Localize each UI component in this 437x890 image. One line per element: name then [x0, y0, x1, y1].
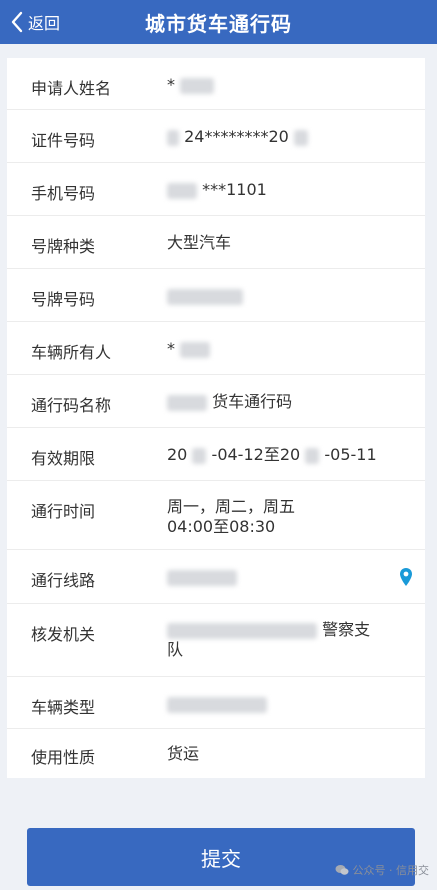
redacted-text [167, 569, 237, 586]
issuing-authority-value: 警察支 [322, 620, 371, 639]
redacted-text [167, 129, 179, 146]
row-value [167, 694, 392, 714]
row-label: 号牌号码 [31, 290, 96, 309]
row-id-number: 证件号码 24********20 [7, 110, 425, 163]
row-label: 证件号码 [31, 131, 96, 150]
chevron-left-icon [11, 11, 23, 33]
row-value: * [167, 75, 392, 95]
pass-info-card: 申请人姓名 * 证件号码 24********20 手机号码 ***1101 号… [7, 58, 425, 778]
row-value [167, 286, 392, 306]
row-label: 有效期限 [31, 449, 96, 468]
redacted-text [167, 394, 207, 411]
row-label: 通行线路 [31, 571, 96, 590]
location-pin-icon[interactable] [399, 567, 413, 587]
row-phone: 手机号码 ***1101 [7, 163, 425, 216]
row-value: 20 -04-12至20 -05-11 [167, 445, 392, 465]
row-label: 手机号码 [31, 184, 96, 203]
row-label: 通行时间 [31, 502, 96, 521]
watermark: 公众号 · 信用交 [335, 862, 430, 878]
row-issuing-authority: 核发机关 警察支 队 [7, 604, 425, 677]
phone-value: ***1101 [202, 180, 267, 199]
applicant-name-value: * [167, 75, 175, 94]
row-plate-type: 号牌种类 大型汽车 [7, 216, 425, 269]
row-pass-time: 通行时间 周一，周二，周五 04:00至08:30 [7, 481, 425, 550]
page-title: 城市货车通行码 [145, 11, 292, 36]
validity-middle: -04-12至20 [211, 445, 301, 464]
wechat-icon [335, 865, 348, 875]
validity-start-year: 20 [167, 445, 188, 464]
row-value: 警察支 队 [167, 620, 392, 660]
row-value: 周一，周二，周五 04:00至08:30 [167, 497, 392, 537]
back-button[interactable]: 返回 [10, 0, 60, 44]
row-validity-period: 有效期限 20 -04-12至20 -05-11 [7, 428, 425, 481]
redacted-text [293, 129, 308, 146]
row-label: 申请人姓名 [31, 79, 112, 98]
plate-type-value: 大型汽车 [167, 233, 232, 252]
row-label: 核发机关 [31, 625, 96, 644]
row-label: 通行码名称 [31, 396, 112, 415]
row-label: 车辆类型 [31, 698, 96, 717]
row-label: 使用性质 [31, 748, 96, 767]
usage-type-value: 货运 [167, 744, 200, 763]
vehicle-owner-value: * [167, 339, 175, 358]
redacted-text [167, 288, 243, 305]
row-pass-name: 通行码名称 货车通行码 [7, 375, 425, 428]
issuing-authority-line2: 队 [167, 640, 184, 659]
redacted-text [167, 182, 197, 199]
nav-bar: 返回 城市货车通行码 [0, 0, 437, 44]
row-label: 车辆所有人 [31, 343, 112, 362]
redacted-text [167, 696, 267, 713]
back-label: 返回 [28, 14, 61, 33]
row-route[interactable]: 通行线路 [7, 550, 425, 604]
row-value: ***1101 [167, 180, 392, 200]
id-number-value: 24********20 [184, 127, 289, 146]
row-value: * [167, 339, 392, 359]
redacted-text [305, 447, 320, 464]
row-value [167, 567, 392, 587]
row-value: 货车通行码 [167, 392, 392, 412]
redacted-text [167, 622, 317, 639]
redacted-text [180, 341, 211, 358]
row-label: 号牌种类 [31, 237, 96, 256]
pass-hours: 04:00至08:30 [167, 517, 276, 536]
row-vehicle-owner: 车辆所有人 * [7, 322, 425, 375]
watermark-text: 公众号 · 信用交 [352, 864, 430, 877]
pass-days: 周一，周二，周五 [167, 497, 296, 516]
row-vehicle-type: 车辆类型 [7, 677, 425, 729]
redacted-text [180, 77, 215, 94]
row-value: 24********20 [167, 127, 392, 147]
row-usage-type: 使用性质 货运 [7, 729, 425, 778]
redacted-text [192, 447, 207, 464]
row-applicant-name: 申请人姓名 * [7, 58, 425, 110]
row-plate-number: 号牌号码 [7, 269, 425, 322]
validity-end: -05-11 [324, 445, 377, 464]
pass-name-value: 货车通行码 [212, 392, 293, 411]
